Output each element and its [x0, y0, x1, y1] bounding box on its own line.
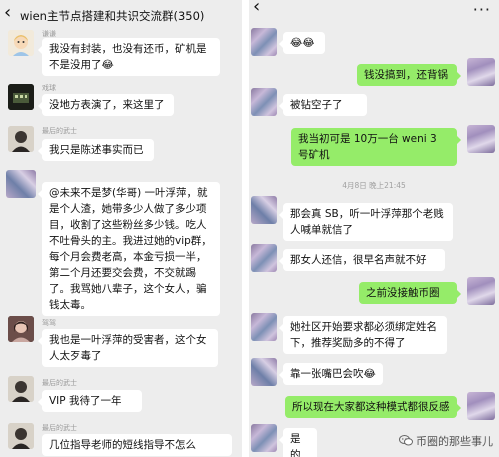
left-header: ‹ wien主节点搭建和共识交流群(350): [0, 0, 242, 30]
sender-name: 戏球: [42, 84, 56, 92]
avatar[interactable]: [8, 126, 34, 152]
message-bubble[interactable]: 之前没接触币圈: [359, 282, 461, 304]
avatar[interactable]: [8, 316, 34, 342]
avatar[interactable]: [8, 84, 34, 110]
message-bubble[interactable]: 那女人还信，很早名声就不好: [279, 249, 445, 271]
avatar[interactable]: [251, 244, 277, 272]
avatar[interactable]: [8, 423, 34, 449]
message-bubble[interactable]: 😂😂: [279, 32, 325, 54]
message-bubble[interactable]: 被钻空子了: [279, 94, 367, 116]
back-arrow-icon[interactable]: ‹: [253, 0, 260, 16]
message-bubble[interactable]: 我也是一叶浮萍的受害者，这个女人太歹毒了: [38, 329, 218, 367]
avatar[interactable]: [8, 376, 34, 402]
avatar[interactable]: [251, 424, 277, 452]
watermark-text: 币圈的那些事儿: [416, 435, 493, 448]
avatar[interactable]: [251, 313, 277, 341]
sender-name: 最后的武士: [42, 127, 77, 135]
message-bubble[interactable]: VIP 我待了一年: [38, 390, 142, 412]
sender-name: 最后的武士: [42, 424, 77, 432]
avatar[interactable]: [6, 170, 36, 198]
avatar[interactable]: [467, 58, 495, 86]
right-chat-screenshot: ‹ ··· 😂😂 钱没搞到，还背锅 被钻空子了 我当初可是 10万一台 weni…: [249, 0, 499, 457]
message-bubble[interactable]: 我只是陈述事实而已: [38, 139, 154, 161]
watermark: 币圈的那些事儿: [399, 433, 493, 449]
message-bubble[interactable]: 我没有封装，也没有还币，矿机是不是没用了😂: [38, 38, 220, 76]
back-arrow-icon[interactable]: ‹: [4, 4, 11, 22]
message-bubble[interactable]: 几位指导老师的短线指导不怎么: [42, 434, 232, 456]
avatar[interactable]: [8, 30, 34, 56]
group-title: wien主节点搭建和共识交流群(350): [20, 9, 205, 23]
sender-name: 驾驾: [42, 319, 56, 327]
left-chat-screenshot: ‹ wien主节点搭建和共识交流群(350) 谦谦 我没有封装，也没有还币，矿机…: [0, 0, 242, 457]
message-bubble[interactable]: 靠一张嘴巴会吹😂: [279, 363, 383, 385]
avatar[interactable]: [251, 358, 277, 386]
message-bubble[interactable]: 她社区开始要求都必须绑定姓名下，推荐奖励多的不得了: [279, 316, 447, 354]
more-options-icon[interactable]: ···: [473, 0, 491, 19]
avatar[interactable]: [467, 277, 495, 305]
message-bubble[interactable]: 没地方表演了，来这里了: [38, 94, 174, 116]
sender-name: 最后的武士: [42, 379, 77, 387]
message-bubble[interactable]: 我当初可是 10万一台 weni 3 号矿机: [291, 128, 461, 166]
message-bubble[interactable]: 是的: [279, 428, 317, 457]
avatar[interactable]: [251, 196, 277, 224]
wechat-icon: [399, 435, 413, 446]
message-bubble[interactable]: @未来不是梦(华哥) 一叶浮萍，就是个人渣，她带多少人做了多少项目，收割了这些粉…: [38, 182, 220, 316]
avatar[interactable]: [251, 88, 277, 116]
avatar[interactable]: [251, 28, 277, 56]
message-bubble[interactable]: 所以现在大家都这种模式都很反感: [285, 396, 461, 418]
message-bubble[interactable]: 那会真 SB，听一叶浮萍那个老贱人喊单就信了: [279, 203, 453, 241]
message-bubble[interactable]: 钱没搞到，还背锅: [357, 64, 461, 86]
avatar[interactable]: [467, 125, 495, 153]
right-header: ‹ ···: [249, 0, 499, 30]
avatar[interactable]: [467, 392, 495, 420]
timestamp-divider: 4月8日 晚上21:45: [342, 181, 406, 190]
